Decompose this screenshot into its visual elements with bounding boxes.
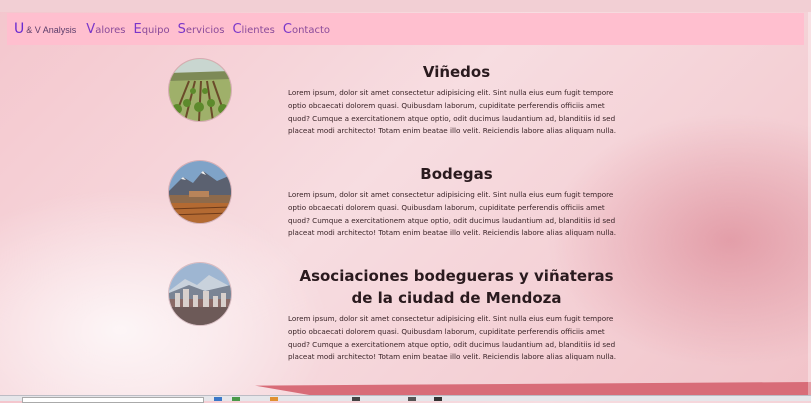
section-title: Asociaciones bodegueras y viñateras de l…: [299, 267, 614, 307]
app-icon[interactable]: [408, 397, 416, 401]
taskbar: [0, 395, 811, 403]
nav-equipo[interactable]: Equipo: [133, 22, 169, 37]
navbar: U & V Analysis Valores Equipo Servicios …: [7, 13, 804, 45]
section-content: Asociaciones bodegueras y viñateras de l…: [288, 265, 625, 364]
nav-initial: E: [133, 21, 142, 37]
top-strip: [0, 0, 811, 12]
nav-label: lientes: [241, 24, 275, 36]
app-icon[interactable]: [352, 397, 360, 401]
brand-initial: U: [14, 21, 25, 37]
mendoza-city-photo-icon: [169, 263, 231, 325]
nav-initial: C: [282, 21, 292, 37]
winery-mountains-photo-icon: [169, 161, 231, 223]
section-content: Bodegas Lorem ipsum, dolor sit amet cons…: [288, 163, 625, 240]
app-icon[interactable]: [434, 397, 442, 401]
nav-label: ontacto: [291, 24, 331, 36]
brand-name: & V Analysis: [26, 25, 77, 35]
nav-label: ervicios: [185, 24, 225, 36]
nav-clientes[interactable]: Clientes: [232, 22, 274, 37]
browser-icon[interactable]: [214, 397, 222, 401]
nav-initial: C: [232, 21, 242, 37]
nav-valores[interactable]: Valores: [86, 22, 125, 37]
section-title: Bodegas: [420, 165, 493, 183]
vineyard-photo-icon: [169, 59, 231, 121]
app-icon[interactable]: [232, 397, 240, 401]
nav-contacto[interactable]: Contacto: [283, 22, 330, 37]
section-title: Viñedos: [422, 63, 491, 81]
folder-icon[interactable]: [270, 397, 278, 401]
section-text: Lorem ipsum, dolor sit amet consectetur …: [288, 88, 617, 136]
nav-servicios[interactable]: Servicios: [178, 22, 225, 37]
nav-initial: V: [86, 21, 96, 37]
section-text: Lorem ipsum, dolor sit amet consectetur …: [288, 190, 617, 238]
taskbar-search-box[interactable]: [22, 397, 204, 403]
brand-logo[interactable]: U & V Analysis: [14, 21, 76, 37]
nav-initial: S: [177, 21, 186, 37]
section-text: Lorem ipsum, dolor sit amet consectetur …: [288, 314, 617, 362]
section-content: Viñedos Lorem ipsum, dolor sit amet cons…: [288, 61, 625, 138]
nav-label: quipo: [141, 24, 170, 36]
nav-label: alores: [95, 24, 126, 36]
